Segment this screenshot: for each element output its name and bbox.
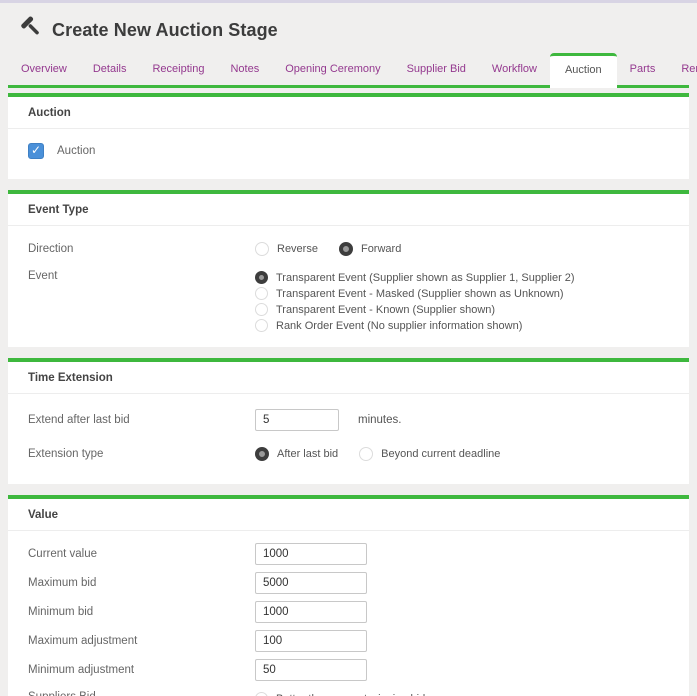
section-value-title: Value [8, 499, 689, 531]
minimum-bid-row: Minimum bid [28, 597, 669, 626]
direction-option-reverse[interactable]: Reverse [255, 242, 318, 256]
tab-details[interactable]: Details [80, 54, 140, 85]
suppliers-bid-label: Suppliers Bid [28, 691, 255, 696]
tab-parts[interactable]: Parts [617, 54, 669, 85]
tab-notes[interactable]: Notes [217, 54, 272, 85]
tab-workflow[interactable]: Workflow [479, 54, 550, 85]
extend-after-last-bid-input[interactable] [255, 409, 339, 431]
section-time-extension-title: Time Extension [8, 362, 689, 394]
suppliers-bid-better-than-winning[interactable]: Better than current winning bid [255, 691, 425, 696]
event-row: Event Transparent Event (Supplier shown … [28, 263, 669, 333]
extension-type-label: Extension type [28, 448, 255, 460]
extend-after-last-bid-label: Extend after last bid [28, 414, 255, 426]
minimum-bid-input[interactable] [255, 601, 367, 623]
minimum-bid-label: Minimum bid [28, 606, 255, 618]
extension-type-after-last-bid[interactable]: After last bid [255, 447, 338, 461]
direction-option-forward[interactable]: Forward [339, 242, 401, 256]
section-time-extension: Time Extension Extend after last bid min… [8, 358, 689, 484]
radio-icon[interactable] [255, 319, 268, 332]
extension-type-beyond-deadline[interactable]: Beyond current deadline [359, 447, 500, 461]
current-value-input[interactable] [255, 543, 367, 565]
extend-after-last-bid-row: Extend after last bid minutes. [28, 402, 669, 438]
page-header: Create New Auction Stage [0, 3, 697, 53]
minimum-adjustment-label: Minimum adjustment [28, 664, 255, 676]
maximum-adjustment-input[interactable] [255, 630, 367, 652]
gavel-icon [20, 16, 43, 44]
radio-icon[interactable] [255, 242, 269, 256]
radio-icon[interactable] [255, 692, 268, 696]
auction-checkbox-label: Auction [57, 145, 95, 157]
tab-reminders[interactable]: Reminders [668, 54, 697, 85]
maximum-bid-row: Maximum bid [28, 568, 669, 597]
maximum-bid-label: Maximum bid [28, 577, 255, 589]
tab-opening-ceremony[interactable]: Opening Ceremony [272, 54, 393, 85]
section-auction: Auction Auction [8, 93, 689, 179]
event-option-rank-order[interactable]: Rank Order Event (No supplier informatio… [255, 318, 575, 333]
event-label: Event [28, 270, 255, 282]
section-event-type: Event Type Direction Reverse Forward Eve… [8, 190, 689, 347]
tab-auction[interactable]: Auction [550, 53, 617, 88]
page-title: Create New Auction Stage [52, 20, 278, 41]
radio-icon[interactable] [359, 447, 373, 461]
maximum-adjustment-row: Maximum adjustment [28, 626, 669, 655]
current-value-row: Current value [28, 539, 669, 568]
radio-icon[interactable] [255, 447, 269, 461]
direction-label: Direction [28, 243, 255, 255]
tab-supplier-bid[interactable]: Supplier Bid [394, 54, 479, 85]
suppliers-bid-row: Suppliers Bid Better than current winnin… [28, 684, 669, 696]
tab-bar: Overview Details Receipting Notes Openin… [8, 53, 689, 88]
event-option-transparent-masked[interactable]: Transparent Event - Masked (Supplier sho… [255, 286, 575, 301]
extension-type-row: Extension type After last bid Beyond cur… [28, 438, 669, 470]
auction-checkbox[interactable] [28, 143, 44, 159]
direction-row: Direction Reverse Forward [28, 234, 669, 263]
section-event-type-title: Event Type [8, 194, 689, 226]
current-value-label: Current value [28, 548, 255, 560]
event-option-transparent-known[interactable]: Transparent Event - Known (Supplier show… [255, 302, 575, 317]
radio-icon[interactable] [255, 271, 268, 284]
section-value: Value Current value Maximum bid Minimum … [8, 495, 689, 696]
radio-icon[interactable] [339, 242, 353, 256]
maximum-bid-input[interactable] [255, 572, 367, 594]
maximum-adjustment-label: Maximum adjustment [28, 635, 255, 647]
tab-overview[interactable]: Overview [8, 54, 80, 85]
minimum-adjustment-input[interactable] [255, 659, 367, 681]
section-auction-title: Auction [8, 97, 689, 129]
radio-icon[interactable] [255, 287, 268, 300]
auction-checkbox-field[interactable]: Auction [28, 137, 669, 165]
radio-icon[interactable] [255, 303, 268, 316]
tab-receipting[interactable]: Receipting [139, 54, 217, 85]
event-option-transparent[interactable]: Transparent Event (Supplier shown as Sup… [255, 270, 575, 285]
minimum-adjustment-row: Minimum adjustment [28, 655, 669, 684]
minutes-suffix: minutes. [358, 414, 401, 426]
